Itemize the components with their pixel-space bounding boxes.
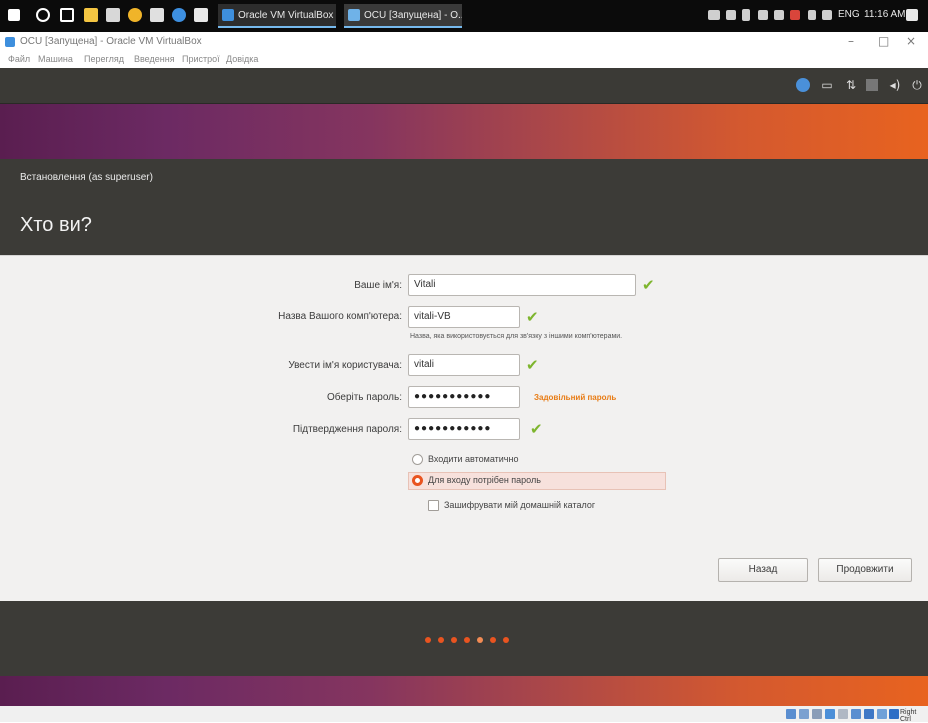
tray-icon-2[interactable] — [742, 9, 750, 21]
shared-folders-status-icon[interactable] — [851, 709, 861, 719]
keyboard-indicator-icon[interactable] — [866, 79, 878, 91]
network-status-icon[interactable] — [825, 709, 835, 719]
progress-dot — [464, 637, 470, 643]
vbox-title-bar: OCU [Запущена] - Oracle VM VirtualBox – … — [0, 32, 928, 52]
sound-indicator-icon[interactable]: ◂) — [888, 78, 902, 92]
windows-taskbar: Oracle VM VirtualBox ... OCU [Запущена] … — [0, 0, 928, 32]
task-view-icon[interactable] — [60, 8, 74, 22]
username-valid-check-icon: ✔ — [526, 356, 539, 374]
battery-indicator-icon[interactable]: ▭ — [820, 78, 834, 92]
installer-header: Встановлення (as superuser) Хто ви? — [0, 159, 928, 255]
computer-valid-check-icon: ✔ — [526, 308, 539, 326]
confirm-password-label: Підтвердження пароля: — [292, 424, 402, 435]
audio-status-icon[interactable] — [812, 709, 822, 719]
auto-login-radio[interactable] — [412, 454, 423, 465]
display-status-icon[interactable] — [864, 709, 874, 719]
host-key-label: Right Ctrl — [900, 709, 917, 723]
minimize-icon[interactable]: – — [848, 34, 854, 48]
auto-login-label: Входити автоматично — [428, 454, 519, 464]
confirm-valid-check-icon: ✔ — [530, 420, 543, 438]
encrypt-home-label: Зашифрувати мій домашній каталог — [444, 500, 596, 510]
hdd-status-icon[interactable] — [786, 709, 796, 719]
notifications-icon[interactable] — [906, 9, 918, 21]
progress-dot — [503, 637, 509, 643]
menu-input[interactable]: Введення — [134, 54, 175, 64]
taskbar-item-vm-window[interactable]: OCU [Запущена] - O... — [344, 4, 462, 28]
taskbar-item-virtualbox-manager[interactable]: Oracle VM VirtualBox ... — [218, 4, 336, 28]
computer-name-input[interactable]: vitali-VB — [408, 306, 520, 328]
progress-dot — [490, 637, 496, 643]
password-strength-label: Задовільний пароль — [534, 393, 617, 402]
maximize-icon[interactable]: □ — [878, 34, 889, 48]
username-label: Увести ім'я користувача: — [288, 360, 402, 371]
tray-icon-3[interactable] — [758, 10, 768, 20]
network-icon[interactable] — [774, 10, 784, 20]
vbox-window-title: OCU [Запущена] - Oracle VM VirtualBox — [20, 36, 202, 47]
confirm-password-input[interactable]: ●●●●●●●●●●● — [408, 418, 520, 440]
virtualbox-icon — [222, 9, 234, 21]
page-title: Хто ви? — [20, 214, 92, 236]
password-label: Оберіть пароль: — [326, 392, 402, 403]
menu-file[interactable]: Файл — [8, 54, 30, 64]
progress-dot — [451, 637, 457, 643]
app-icon-2[interactable] — [194, 8, 208, 22]
name-label: Ваше ім'я: — [354, 280, 402, 291]
name-input[interactable]: Vitali — [408, 274, 636, 296]
store-icon[interactable] — [106, 8, 120, 22]
computer-name-hint: Назва, яка використовується для зв'язку … — [410, 333, 623, 340]
wallpaper-band-top — [0, 104, 928, 159]
guest-top-panel: ▭ ⇅ ◂) ⏻ — [0, 68, 928, 104]
clock[interactable]: 11:16 AM — [864, 9, 906, 20]
tray-icon-red[interactable] — [790, 10, 800, 20]
progress-dot — [425, 637, 431, 643]
require-password-option[interactable]: Для входу потрібен пароль — [408, 472, 666, 490]
encrypt-home-checkbox[interactable] — [428, 500, 439, 511]
progress-dot — [438, 637, 444, 643]
battery-icon[interactable] — [708, 10, 720, 20]
name-valid-check-icon: ✔ — [642, 276, 655, 294]
require-password-label: Для входу потрібен пароль — [428, 475, 541, 485]
network-indicator-icon[interactable]: ⇅ — [844, 78, 858, 92]
tray-icon-1[interactable] — [726, 10, 736, 20]
menu-devices[interactable]: Пристрої — [182, 54, 220, 64]
close-icon[interactable]: × — [906, 34, 916, 48]
virtualbox-icon — [5, 37, 15, 47]
volume-icon[interactable] — [822, 10, 832, 20]
user-form: Ваше ім'я: Vitali ✔ Назва Вашого комп'ют… — [0, 255, 928, 601]
require-password-radio[interactable] — [412, 475, 423, 486]
app-icon[interactable] — [150, 8, 164, 22]
language-indicator[interactable]: ENG — [838, 9, 860, 20]
chrome-icon[interactable] — [128, 8, 142, 22]
vbox-status-bar: Right Ctrl — [0, 706, 928, 723]
wallpaper-band-bottom — [0, 676, 928, 706]
password-input[interactable]: ●●●●●●●●●●● — [408, 386, 520, 408]
browser-icon[interactable] — [172, 8, 186, 22]
computer-name-label: Назва Вашого комп'ютера: — [278, 311, 402, 322]
accessibility-icon[interactable] — [796, 78, 810, 92]
auto-login-option[interactable]: Входити автоматично — [408, 452, 666, 470]
menu-machine[interactable]: Машина — [38, 54, 73, 64]
encrypt-home-option[interactable]: Зашифрувати мій домашній каталог — [424, 498, 664, 516]
vbox-menu-bar: Файл Машина Перегляд Введення Пристрої Д… — [0, 52, 928, 68]
installer-footer — [0, 601, 928, 676]
optical-status-icon[interactable] — [799, 709, 809, 719]
continue-button[interactable]: Продовжити — [818, 558, 912, 582]
power-indicator-icon[interactable]: ⏻ — [910, 78, 924, 92]
usb-status-icon[interactable] — [838, 709, 848, 719]
progress-dot-current — [477, 637, 483, 643]
vm-icon — [348, 9, 360, 21]
mouse-integration-icon[interactable] — [889, 709, 899, 719]
menu-view[interactable]: Перегляд — [84, 54, 124, 64]
tray-icon-4[interactable] — [808, 10, 816, 20]
file-explorer-icon[interactable] — [84, 8, 98, 22]
username-input[interactable]: vitali — [408, 354, 520, 376]
windows-start-icon[interactable] — [8, 9, 20, 21]
recording-status-icon[interactable] — [877, 709, 887, 719]
menu-help[interactable]: Довідка — [226, 54, 258, 64]
cortana-search-icon[interactable] — [36, 8, 50, 22]
installer-window-title: Встановлення (as superuser) — [20, 172, 153, 183]
back-button[interactable]: Назад — [718, 558, 808, 582]
